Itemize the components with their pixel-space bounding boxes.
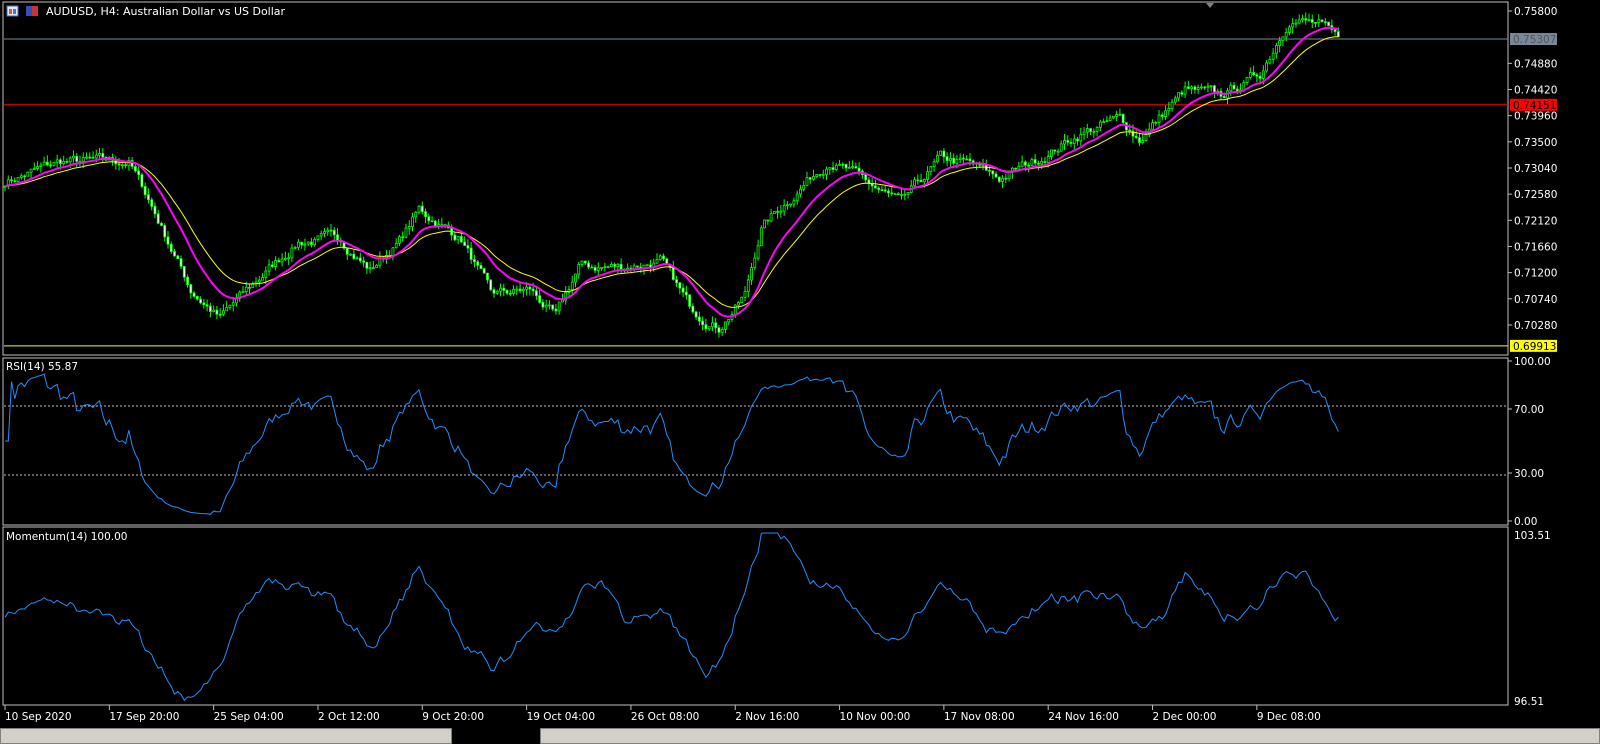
rsi-tick-label: 30.00 [1514, 468, 1544, 480]
price-tick-label: 0.73960 [1514, 111, 1557, 123]
time-tick-label: 17 Sep 20:00 [109, 711, 179, 723]
price-tick-label: 0.71200 [1514, 268, 1557, 280]
time-tick-label: 9 Dec 08:00 [1257, 711, 1321, 723]
price-tick-label: 0.75800 [1514, 6, 1557, 18]
price-tick-label: 0.70280 [1514, 320, 1557, 332]
time-tick-label: 10 Nov 00:00 [840, 711, 911, 723]
chart-title: AUDUSD, H4: Australian Dollar vs US Doll… [46, 5, 286, 18]
candle [759, 225, 763, 247]
candle [489, 279, 493, 292]
chart-tabs-bar [0, 727, 1600, 744]
rsi-panel-frame [2, 357, 1509, 526]
price-tick-label: 0.72580 [1514, 189, 1557, 201]
candle [688, 293, 691, 309]
rsi-tick-label: 70.00 [1514, 404, 1544, 416]
time-tick-label: 9 Oct 20:00 [422, 711, 484, 723]
candle [26, 171, 30, 177]
price-tick-label: 0.73040 [1514, 163, 1557, 175]
candle [763, 219, 766, 229]
save-icon [26, 6, 38, 16]
candle [772, 210, 776, 215]
time-tick-label: 2 Dec 00:00 [1153, 711, 1217, 723]
candle [740, 296, 744, 303]
rsi-tick-label: 0.00 [1514, 516, 1537, 528]
candle [645, 264, 649, 267]
price-tick-label: 0.74880 [1514, 58, 1557, 70]
bid-price-label: 0.75307 [1513, 34, 1556, 46]
price-tick-label: 0.74420 [1514, 84, 1557, 96]
chart-tab[interactable] [0, 728, 452, 744]
momentum-panel-frame [2, 526, 1509, 706]
main-panel-frame [2, 1, 1509, 356]
candle [939, 150, 943, 156]
time-tick-label: 25 Sep 04:00 [214, 711, 284, 723]
time-tick-label: 24 Nov 16:00 [1048, 711, 1119, 723]
momentum-label: Momentum(14) 100.00 [6, 531, 127, 543]
chart-window[interactable]: AUDUSD, H4: Australian Dollar vs US Doll… [0, 0, 1600, 744]
chart-icon [6, 5, 19, 17]
momentum-panel[interactable]: Momentum(14) 100.00 103.51 96.51 [2, 526, 1551, 708]
candle [16, 176, 20, 183]
price-tick-label: 0.72120 [1514, 215, 1557, 227]
yellow-line-price-label: 0.69913 [1513, 341, 1556, 353]
time-tick-label: 26 Oct 08:00 [631, 711, 699, 723]
price-tick-label: 0.73500 [1514, 137, 1557, 149]
time-tick-label: 19 Oct 04:00 [527, 711, 595, 723]
momentum-tick-label: 103.51 [1514, 530, 1551, 542]
time-tick-label: 2 Oct 12:00 [318, 711, 380, 723]
momentum-tick-label: 96.51 [1514, 696, 1544, 708]
price-tick-label: 0.71660 [1514, 241, 1557, 253]
horizontal-scrollbar[interactable] [540, 728, 1600, 744]
rsi-label: RSI(14) 55.87 [6, 361, 78, 373]
time-tick-label: 10 Sep 2020 [5, 711, 72, 723]
main-panel[interactable]: AUDUSD, H4: Australian Dollar vs US Doll… [2, 1, 1557, 356]
candle [140, 172, 144, 189]
price-tick-label: 0.70740 [1514, 294, 1557, 306]
rsi-panel[interactable]: RSI(14) 55.87 100.00 70.00 30.00 0.00 [2, 356, 1551, 528]
chart-canvas[interactable]: AUDUSD, H4: Australian Dollar vs US Doll… [0, 0, 1600, 744]
time-tick-label: 2 Nov 16:00 [735, 711, 799, 723]
time-axis: 10 Sep 2020 17 Sep 20:00 25 Sep 04:00 2 Oct… [4, 705, 1321, 723]
candle [1327, 21, 1330, 27]
time-tick-label: 17 Nov 08:00 [944, 711, 1015, 723]
red-line-price-label: 0.74151 [1513, 100, 1556, 112]
rsi-tick-label: 100.00 [1514, 356, 1551, 368]
candle [482, 267, 486, 274]
